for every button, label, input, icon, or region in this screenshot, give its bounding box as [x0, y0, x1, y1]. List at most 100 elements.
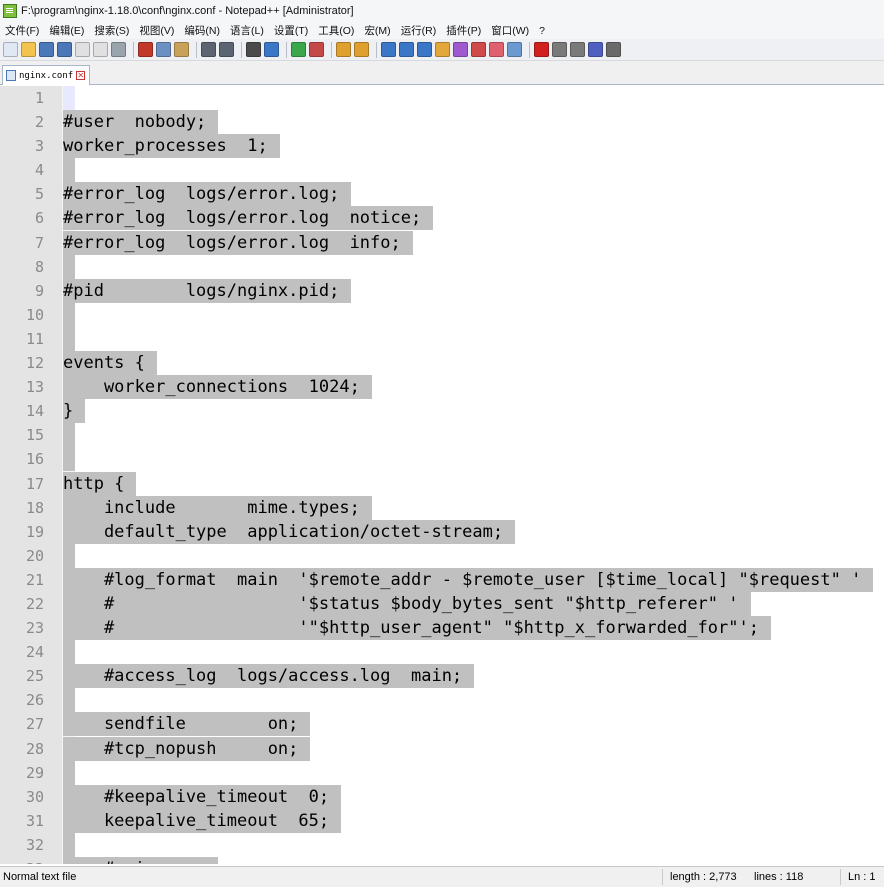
redo-icon[interactable] [219, 42, 234, 57]
zoom-out-icon[interactable] [309, 42, 324, 57]
cut-icon[interactable] [138, 42, 153, 57]
code-line[interactable]: 3 worker_processes 1; [0, 134, 884, 159]
code-line[interactable]: 6 #error_log logs/error.log notice; [0, 206, 884, 231]
code-line[interactable]: 24 [0, 640, 884, 665]
zoom-in-icon[interactable] [291, 42, 306, 57]
code-line[interactable]: 22 # '$status $body_bytes_sent "$http_re… [0, 591, 884, 616]
play-macro-icon[interactable] [570, 42, 585, 57]
code-line[interactable]: 32 [0, 832, 884, 857]
save-all-icon[interactable] [57, 42, 72, 57]
close-tab-icon[interactable]: ✕ [76, 71, 86, 80]
record-macro-icon[interactable] [534, 42, 549, 57]
code-text: default_type application/octet-stream; [63, 519, 516, 544]
code-line[interactable]: 10 [0, 302, 884, 327]
menu-item[interactable]: 搜索(S) [89, 23, 134, 38]
code-line[interactable]: 25 #access_log logs/access.log main; [0, 664, 884, 689]
save-icon[interactable] [39, 42, 54, 57]
code-text [63, 326, 75, 351]
code-line[interactable]: 2 #user nobody; [0, 110, 884, 135]
copy-icon[interactable] [156, 42, 171, 57]
menu-item[interactable]: 窗口(W) [486, 23, 534, 38]
line-number: 6 [34, 209, 44, 228]
save-macro-icon[interactable] [606, 42, 621, 57]
line-number: 29 [25, 763, 44, 782]
code-line[interactable]: 4 [0, 158, 884, 183]
code-line[interactable]: 12 events { [0, 351, 884, 376]
code-line[interactable]: 8 [0, 254, 884, 279]
word-wrap-icon[interactable] [381, 42, 396, 57]
title-bar: F:\program\nginx-1.18.0\conf\nginx.conf … [0, 0, 884, 22]
print-icon[interactable] [111, 42, 126, 57]
line-number: 25 [25, 667, 44, 686]
close-icon[interactable] [75, 42, 90, 57]
notepadpp-app-icon[interactable] [3, 4, 17, 18]
code-line[interactable]: 14} [0, 399, 884, 424]
function-list-icon[interactable] [471, 42, 486, 57]
menu-item[interactable]: 设置(T) [269, 23, 313, 38]
replace-icon[interactable] [264, 42, 279, 57]
menu-item[interactable]: 工具(O) [313, 23, 359, 38]
code-line[interactable]: 30 #keepalive_timeout 0; [0, 784, 884, 809]
code-line[interactable]: 26 [0, 688, 884, 713]
code-text [63, 760, 75, 785]
status-file-type: Normal text file [3, 871, 77, 883]
menu-bar: 文件(F) 编辑(E) 搜索(S) 视图(V) 编码(N) 语言(L) 设置(T) 工具(O)… [0, 22, 884, 39]
line-number: 15 [25, 426, 44, 445]
show-all-chars-icon[interactable] [399, 42, 414, 57]
find-icon[interactable] [246, 42, 261, 57]
stop-macro-icon[interactable] [552, 42, 567, 57]
code-line[interactable]: 18 include mime.types; [0, 495, 884, 520]
menu-item[interactable]: 语言(L) [225, 23, 269, 38]
code-line[interactable]: 17 http { [0, 471, 884, 496]
code-line[interactable]: 29 [0, 760, 884, 785]
code-line[interactable]: 28 #tcp_nopush on; [0, 736, 884, 761]
menu-item[interactable]: 插件(P) [441, 23, 486, 38]
code-line[interactable]: 13 worker_connections 1024; [0, 375, 884, 400]
line-number: 17 [25, 474, 44, 493]
code-line[interactable]: 23 # '"$http_user_agent" "$http_x_forwar… [0, 616, 884, 641]
undo-icon[interactable] [201, 42, 216, 57]
code-line[interactable]: 31 keepalive_timeout 65; [0, 808, 884, 833]
code-line[interactable]: 11 [0, 326, 884, 351]
monitoring-icon[interactable] [507, 42, 522, 57]
open-file-icon[interactable] [21, 42, 36, 57]
line-number: 26 [25, 691, 44, 710]
menu-item[interactable]: 编码(N) [179, 23, 225, 38]
menu-item[interactable]: 文件(F) [0, 23, 44, 38]
code-line[interactable]: 33 #gzip on; [0, 857, 884, 864]
code-line[interactable]: 5 #error_log logs/error.log; [0, 182, 884, 207]
editor[interactable]: 1 2 #user nobody; 3 worker_processes 1; 4 5 #er… [0, 86, 884, 864]
code-line[interactable]: 1 [0, 86, 884, 110]
udl-icon[interactable] [435, 42, 450, 57]
code-text: #log_format main '$remote_addr - $remote… [63, 567, 874, 592]
run-macro-multiple-icon[interactable] [588, 42, 603, 57]
menu-item[interactable]: ? [534, 25, 550, 37]
code-line[interactable]: 19 default_type application/octet-stream… [0, 519, 884, 544]
menu-item[interactable]: 宏(M) [359, 23, 395, 38]
folder-workspace-icon[interactable] [489, 42, 504, 57]
tab-nginx-conf[interactable]: nginx.conf ✕ [2, 65, 91, 85]
sync-vertical-icon[interactable] [336, 42, 351, 57]
new-file-icon[interactable] [3, 42, 18, 57]
code-line[interactable]: 16 [0, 447, 884, 472]
code-text: #pid logs/nginx.pid; [63, 278, 352, 303]
paste-icon[interactable] [174, 42, 189, 57]
menu-item[interactable]: 运行(R) [396, 23, 442, 38]
code-line[interactable]: 9 #pid logs/nginx.pid; [0, 278, 884, 303]
code-text: } [63, 399, 86, 424]
code-line[interactable]: 7 #error_log logs/error.log info; [0, 230, 884, 255]
indent-guide-icon[interactable] [417, 42, 432, 57]
code-line[interactable]: 21 #log_format main '$remote_addr - $rem… [0, 567, 884, 592]
sync-horizontal-icon[interactable] [354, 42, 369, 57]
code-line[interactable]: 20 [0, 543, 884, 568]
menu-item[interactable]: 编辑(E) [44, 23, 89, 38]
line-number: 12 [25, 354, 44, 373]
menu-item[interactable]: 视图(V) [134, 23, 179, 38]
code-line[interactable]: 15 [0, 423, 884, 448]
tab-label: nginx.conf [19, 70, 74, 81]
close-all-icon[interactable] [93, 42, 108, 57]
doc-map-icon[interactable] [453, 42, 468, 57]
code-line[interactable]: 27 sendfile on; [0, 712, 884, 737]
line-number: 4 [34, 161, 44, 180]
line-number: 23 [25, 619, 44, 638]
